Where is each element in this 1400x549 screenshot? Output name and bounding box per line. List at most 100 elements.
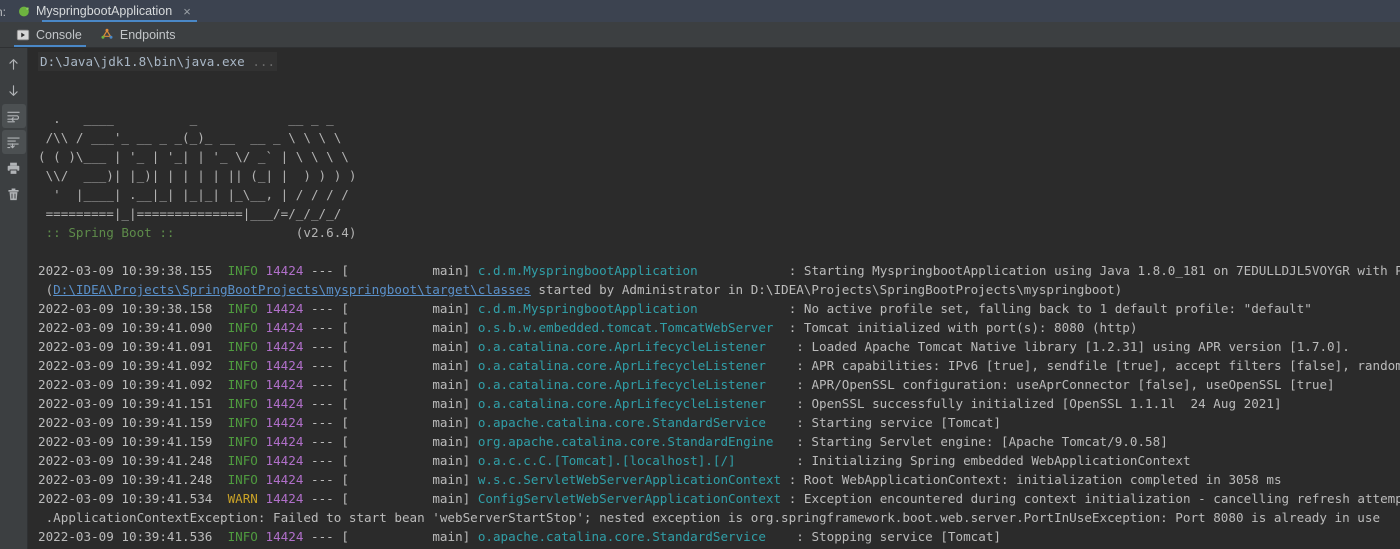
- log-level: INFO: [227, 434, 258, 449]
- soft-wrap-icon: [7, 111, 20, 122]
- print-button[interactable]: [2, 156, 26, 180]
- log-pid: 14424: [265, 434, 304, 449]
- log-level: INFO: [227, 263, 258, 278]
- spacer-line: .: [28, 242, 1400, 261]
- log-logger-pad: [736, 453, 797, 468]
- spacer-line: .: [28, 90, 1400, 109]
- log-level: WARN: [227, 491, 258, 506]
- log-message: : Root WebApplicationContext: initializa…: [788, 472, 1282, 487]
- log-thread: --- [ main]: [303, 472, 478, 487]
- tab-console[interactable]: Console: [10, 22, 94, 47]
- log-pid: 14424: [265, 301, 304, 316]
- log-logger-pad: [766, 415, 796, 430]
- classpath-link[interactable]: D:\IDEA\Projects\SpringBootProjects\mysp…: [53, 282, 531, 297]
- log-gap: [258, 339, 266, 354]
- log-level: INFO: [227, 396, 258, 411]
- log-logger: w.s.c.ServletWebServerApplicationContext: [477, 472, 782, 487]
- log-logger: org.apache.catalina.core.StandardEngine: [477, 434, 774, 449]
- log-gap: [258, 396, 266, 411]
- log-message: : Starting service [Tomcat]: [796, 415, 1001, 430]
- log-message: : Loaded Apache Tomcat Native library [1…: [796, 339, 1350, 354]
- log-timestamp: 2022-03-09 10:39:41.092: [38, 358, 228, 373]
- log-level: INFO: [227, 453, 258, 468]
- log-logger: c.d.m.MyspringbootApplication: [477, 263, 698, 278]
- tabstrip-spacer: [0, 22, 10, 47]
- log-line: 2022-03-09 10:39:38.155 INFO 14424 --- […: [28, 261, 1400, 280]
- scroll-to-end-button[interactable]: [1, 130, 26, 154]
- log-logger-pad: [698, 301, 789, 316]
- log-line: 2022-03-09 10:39:41.092 INFO 14424 --- […: [28, 356, 1400, 375]
- log-pid: 14424: [265, 377, 304, 392]
- log-logger-pad: [698, 263, 789, 278]
- log-logger-pad: [766, 339, 796, 354]
- run-configuration-tab[interactable]: MyspringbootApplication ×: [8, 0, 199, 22]
- log-message: : APR capabilities: IPv6 [true], sendfil…: [796, 358, 1400, 373]
- tab-endpoints[interactable]: Endpoints: [94, 22, 188, 47]
- log-line: 2022-03-09 10:39:41.159 INFO 14424 --- […: [28, 413, 1400, 432]
- log-timestamp: 2022-03-09 10:39:38.158: [38, 301, 228, 316]
- log-logger: c.d.m.MyspringbootApplication: [477, 301, 698, 316]
- clear-all-button[interactable]: [2, 182, 26, 206]
- log-continuation-text: .ApplicationContextException: Failed to …: [38, 510, 1381, 525]
- log-continuation-line: (D:\IDEA\Projects\SpringBootProjects\mys…: [28, 280, 1400, 299]
- console-output[interactable]: D:\Java\jdk1.8\bin\java.exe ... . . . __…: [28, 48, 1400, 549]
- log-continuation-line: .ApplicationContextException: Failed to …: [28, 508, 1400, 527]
- log-thread: --- [ main]: [303, 415, 478, 430]
- log-message: : Starting MyspringbootApplication using…: [788, 263, 1400, 278]
- banner-footer: :: Spring Boot :: (v2.6.4): [28, 223, 1400, 242]
- log-logger-pad: [774, 320, 789, 335]
- scroll-down-button[interactable]: [2, 78, 26, 102]
- log-logger: o.a.catalina.core.AprLifecycleListener: [477, 358, 766, 373]
- log-logger: o.a.catalina.core.AprLifecycleListener: [477, 339, 766, 354]
- log-lines: 2022-03-09 10:39:38.155 INFO 14424 --- […: [28, 261, 1400, 549]
- banner-line: ' |____| .__|_| |_|_| |_\__, | / / / /: [38, 187, 349, 202]
- log-timestamp: 2022-03-09 10:39:41.159: [38, 434, 228, 449]
- log-continuation-prefix: (: [38, 282, 54, 297]
- scroll-to-end-icon: [7, 136, 20, 148]
- tab-endpoints-label: Endpoints: [119, 27, 176, 42]
- log-pid: 14424: [265, 358, 304, 373]
- log-message: : Tomcat initialized with port(s): 8080 …: [788, 320, 1138, 335]
- log-thread: --- [ main]: [303, 358, 478, 373]
- log-pid: 14424: [265, 263, 304, 278]
- banner-line: \\/ ___)| |_)| | | | | || (_| | ) ) ) ): [38, 168, 357, 183]
- log-message: : Starting Servlet engine: [Apache Tomca…: [796, 434, 1168, 449]
- command-ellipsis: ...: [252, 54, 276, 69]
- log-line: 2022-03-09 10:39:41.159 INFO 14424 --- […: [28, 432, 1400, 451]
- log-level: INFO: [227, 339, 258, 354]
- log-logger: o.apache.catalina.core.StandardService: [477, 415, 766, 430]
- log-message: : Exception encountered during context i…: [788, 491, 1400, 506]
- log-message: : Initializing Spring embedded WebApplic…: [796, 453, 1191, 468]
- log-line: 2022-03-09 10:39:41.248 INFO 14424 --- […: [28, 470, 1400, 489]
- log-thread: --- [ main]: [303, 529, 478, 544]
- log-logger: o.a.catalina.core.AprLifecycleListener: [477, 396, 766, 411]
- soft-wrap-button[interactable]: [1, 104, 26, 128]
- log-gap: [258, 415, 266, 430]
- log-thread: --- [ main]: [303, 301, 478, 316]
- log-thread: --- [ main]: [303, 339, 478, 354]
- spring-boot-version: (v2.6.4): [182, 225, 357, 240]
- run-window-titlebar: n: MyspringbootApplication ×: [0, 0, 1400, 22]
- spring-boot-banner-label: :: Spring Boot ::: [38, 225, 183, 240]
- log-logger-pad: [781, 491, 789, 506]
- log-logger: o.a.c.c.C.[Tomcat].[localhost].[/]: [477, 453, 736, 468]
- close-icon[interactable]: ×: [183, 4, 191, 19]
- trash-icon: [8, 188, 19, 200]
- log-pid: 14424: [265, 453, 304, 468]
- log-level: INFO: [227, 529, 258, 544]
- log-logger: o.s.b.w.embedded.tomcat.TomcatWebServer: [477, 320, 774, 335]
- log-gap: [258, 263, 266, 278]
- log-level: INFO: [227, 472, 258, 487]
- log-timestamp: 2022-03-09 10:39:41.536: [38, 529, 228, 544]
- log-thread: --- [ main]: [303, 491, 478, 506]
- log-pid: 14424: [265, 472, 304, 487]
- endpoints-icon: [101, 28, 113, 39]
- log-timestamp: 2022-03-09 10:39:41.151: [38, 396, 228, 411]
- scroll-up-button[interactable]: [2, 52, 26, 76]
- log-pid: 14424: [265, 339, 304, 354]
- log-timestamp: 2022-03-09 10:39:41.090: [38, 320, 228, 335]
- arrow-down-icon: [9, 84, 18, 96]
- spacer-line: .: [28, 71, 1400, 90]
- log-timestamp: 2022-03-09 10:39:41.092: [38, 377, 228, 392]
- log-line: 2022-03-09 10:39:41.536 INFO 14424 --- […: [28, 527, 1400, 546]
